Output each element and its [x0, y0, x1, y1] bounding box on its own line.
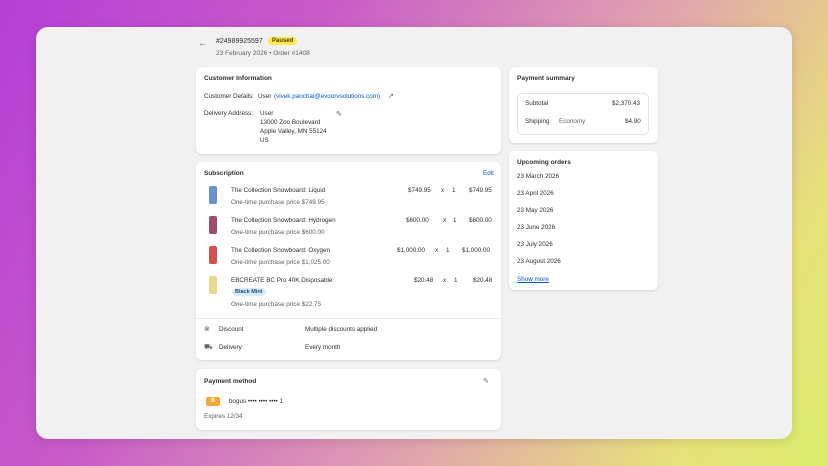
payment-summary-title: Payment summary — [517, 75, 575, 82]
app-window: ← #24989925597 Paused 23 February 2026 •… — [36, 27, 792, 439]
times-sign: x — [441, 187, 445, 194]
upcoming-date: 23 May 2026 — [517, 207, 554, 214]
purchase-note: One-time purchase price $749.95 — [231, 199, 325, 206]
purchase-note: One-time purchase price $1,025.00 — [231, 259, 330, 266]
line-total: $749.95 — [469, 187, 492, 194]
upcoming-date: 23 July 2026 — [517, 241, 553, 248]
quantity: 1 — [453, 217, 457, 224]
unit-price: $20.48 — [414, 277, 434, 284]
payment-summary-card: Payment summary Subtotal $2,370.43 Shipp… — [509, 67, 658, 143]
product-name: The Collection Snowboard: Hydrogen — [231, 217, 336, 224]
subscription-card: Subscription Edit The Collection Snowboa… — [196, 162, 501, 360]
product-name: EBCREATE BC Pro 40K Disposable — [231, 277, 333, 284]
order-id: #24989925597 — [216, 38, 263, 45]
times-sign: x — [443, 277, 447, 284]
customer-info-title: Customer Information — [204, 75, 272, 82]
upcoming-date: 23 June 2026 — [517, 224, 556, 231]
unit-price: $600.00 — [406, 217, 429, 224]
unit-price: $749.95 — [408, 187, 431, 194]
card-number: bogus •••• •••• •••• 1 — [229, 398, 284, 405]
purchase-note: One-time purchase price $600.00 — [231, 229, 325, 236]
address-line: US — [260, 137, 269, 144]
purchase-note: One-time purchase price $22.75 — [231, 301, 321, 308]
discount-icon: ⊗ — [204, 326, 210, 333]
product-name: The Collection Snowboard: Oxygen — [231, 247, 331, 254]
address-line: User — [260, 110, 274, 117]
customer-email-link[interactable]: (vivek.panchal@evoorvsolutions.com) — [274, 93, 380, 100]
delivery-address-label: Delivery Address: — [204, 110, 253, 117]
order-subline: 23 February 2026 • Order #1408 — [216, 50, 310, 57]
upcoming-orders-title: Upcoming orders — [517, 159, 571, 166]
edit-subscription-link[interactable]: Edit — [483, 170, 494, 177]
subtotal-label: Subtotal — [525, 100, 549, 107]
edit-pencil-icon[interactable]: ✎ — [336, 110, 342, 118]
card-brand-icon: B — [206, 397, 220, 406]
quantity: 1 — [454, 277, 458, 284]
product-thumbnail — [209, 186, 217, 204]
upcoming-date: 23 March 2026 — [517, 173, 560, 180]
line-total: $600.00 — [469, 217, 492, 224]
line-total: $1,000.00 — [462, 247, 491, 254]
shipping-label: Shipping — [525, 118, 550, 125]
card-expiry: Expires 12/34 — [204, 413, 243, 420]
upcoming-orders-card: Upcoming orders 23 March 2026 23 April 2… — [509, 151, 658, 290]
edit-pencil-icon[interactable]: ✎ — [483, 377, 489, 385]
external-link-icon[interactable]: ↗ — [388, 92, 394, 100]
quantity: 1 — [446, 247, 450, 254]
address-line: Apple Valley, MN 55124 — [260, 128, 327, 135]
upcoming-date: 23 August 2026 — [517, 258, 561, 265]
payment-method-title: Payment method — [204, 378, 257, 385]
variant-badge: Black Mint — [232, 288, 266, 296]
payment-method-card: Payment method ✎ B bogus •••• •••• •••• … — [196, 369, 501, 430]
truck-icon: ⛟ — [204, 344, 213, 351]
back-arrow-icon[interactable]: ← — [198, 38, 207, 48]
subtotal-value: $2,370.43 — [612, 100, 641, 107]
quantity: 1 — [452, 187, 456, 194]
times-sign: x — [435, 247, 439, 254]
product-name: The Collection Snowboard: Liquid — [231, 187, 326, 194]
line-total: $20.48 — [473, 277, 493, 284]
delivery-label: Delivery — [219, 344, 242, 351]
product-thumbnail — [209, 276, 217, 294]
times-sign: x — [443, 217, 447, 224]
delivery-value: Every month — [305, 344, 341, 351]
shipping-method: Economy — [559, 118, 586, 125]
customer-details-label: Customer Details: — [204, 93, 255, 100]
show-more-link[interactable]: Show more — [517, 276, 549, 283]
customer-info-card: Customer Information Customer Details: U… — [196, 67, 501, 154]
subscription-title: Subscription — [204, 170, 244, 177]
unit-price: $1,000.00 — [397, 247, 426, 254]
shipping-value: $4.90 — [625, 118, 641, 125]
divider — [196, 318, 501, 319]
upcoming-date: 23 April 2026 — [517, 190, 554, 197]
discount-label: Discount — [219, 326, 244, 333]
status-badge: Paused — [268, 37, 298, 45]
product-thumbnail — [209, 246, 217, 264]
product-thumbnail — [209, 216, 217, 234]
customer-name: User — [258, 93, 272, 100]
address-line: 13000 Zoo Boulevard — [260, 119, 321, 126]
discount-value: Multiple discounts applied — [305, 326, 378, 333]
